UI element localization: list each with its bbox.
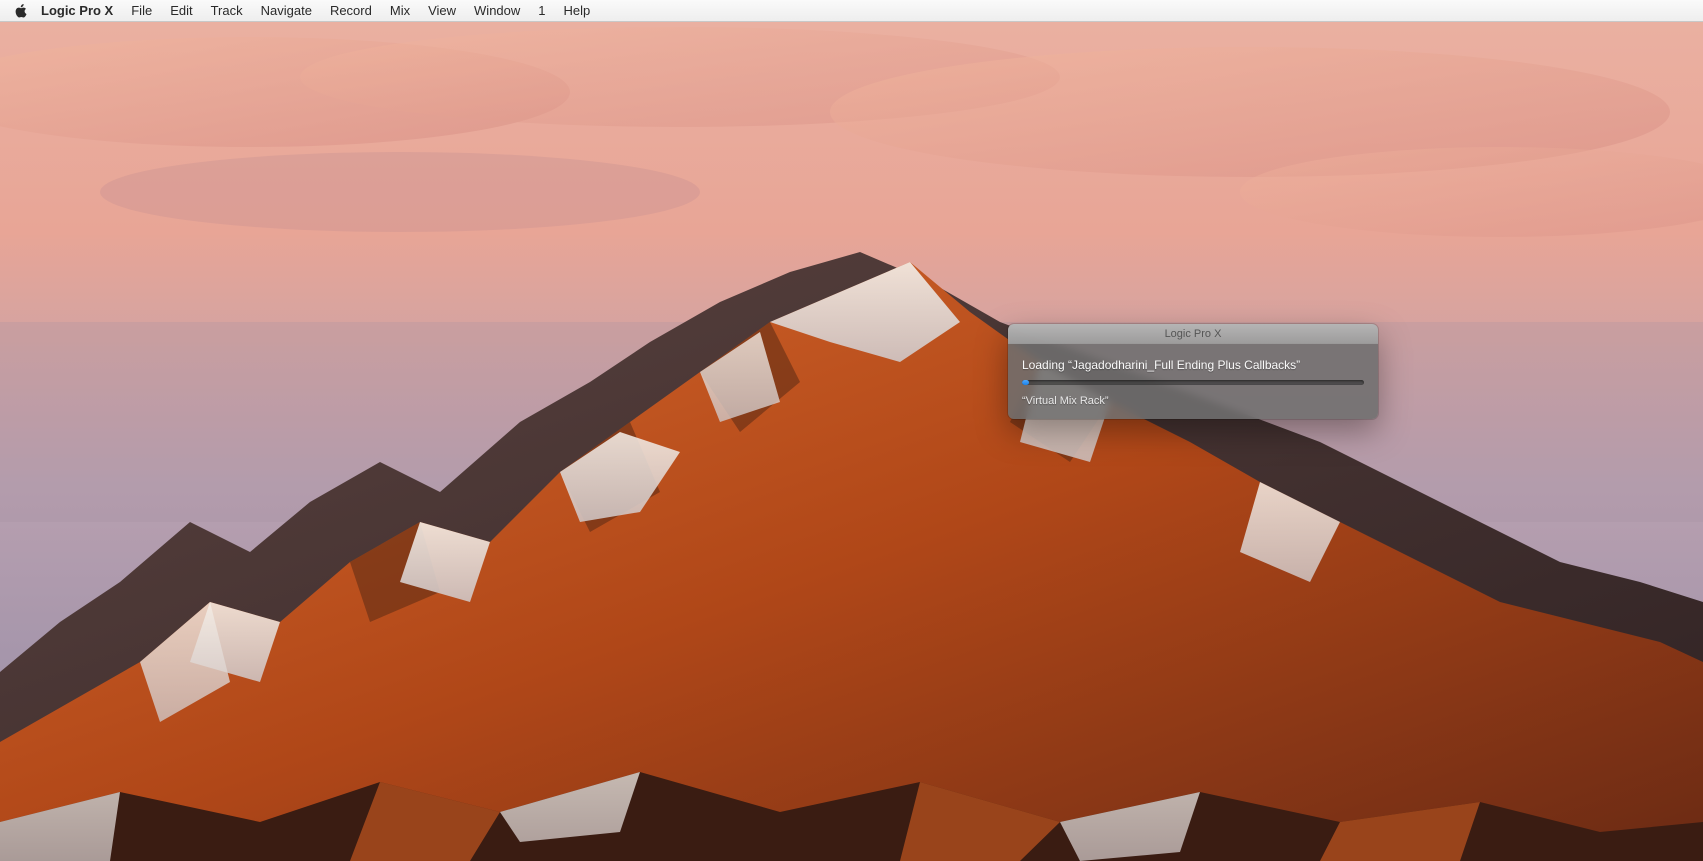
status-text: “Virtual Mix Rack” <box>1022 395 1364 407</box>
menu-view[interactable]: View <box>428 3 456 18</box>
menu-track[interactable]: Track <box>211 3 243 18</box>
menu-edit[interactable]: Edit <box>170 3 192 18</box>
progress-fill <box>1022 380 1029 385</box>
loading-dialog: Logic Pro X Loading “Jagadodharini_Full … <box>1008 324 1378 419</box>
menu-window[interactable]: Window <box>474 3 520 18</box>
menu-help[interactable]: Help <box>564 3 591 18</box>
menu-record[interactable]: Record <box>330 3 372 18</box>
apple-menu-icon[interactable] <box>14 4 27 18</box>
loading-text: Loading “Jagadodharini_Full Ending Plus … <box>1022 358 1364 372</box>
dialog-title: Logic Pro X <box>1165 328 1222 340</box>
menu-mix[interactable]: Mix <box>390 3 410 18</box>
dialog-content: Loading “Jagadodharini_Full Ending Plus … <box>1008 344 1378 419</box>
desktop-wallpaper <box>0 22 1703 861</box>
system-menubar: Logic Pro X File Edit Track Navigate Rec… <box>0 0 1703 22</box>
progress-bar <box>1022 380 1364 385</box>
dialog-title-bar: Logic Pro X <box>1008 324 1378 344</box>
menu-1[interactable]: 1 <box>538 3 545 18</box>
menu-file[interactable]: File <box>131 3 152 18</box>
menu-navigate[interactable]: Navigate <box>261 3 312 18</box>
menu-app-name[interactable]: Logic Pro X <box>41 3 113 18</box>
